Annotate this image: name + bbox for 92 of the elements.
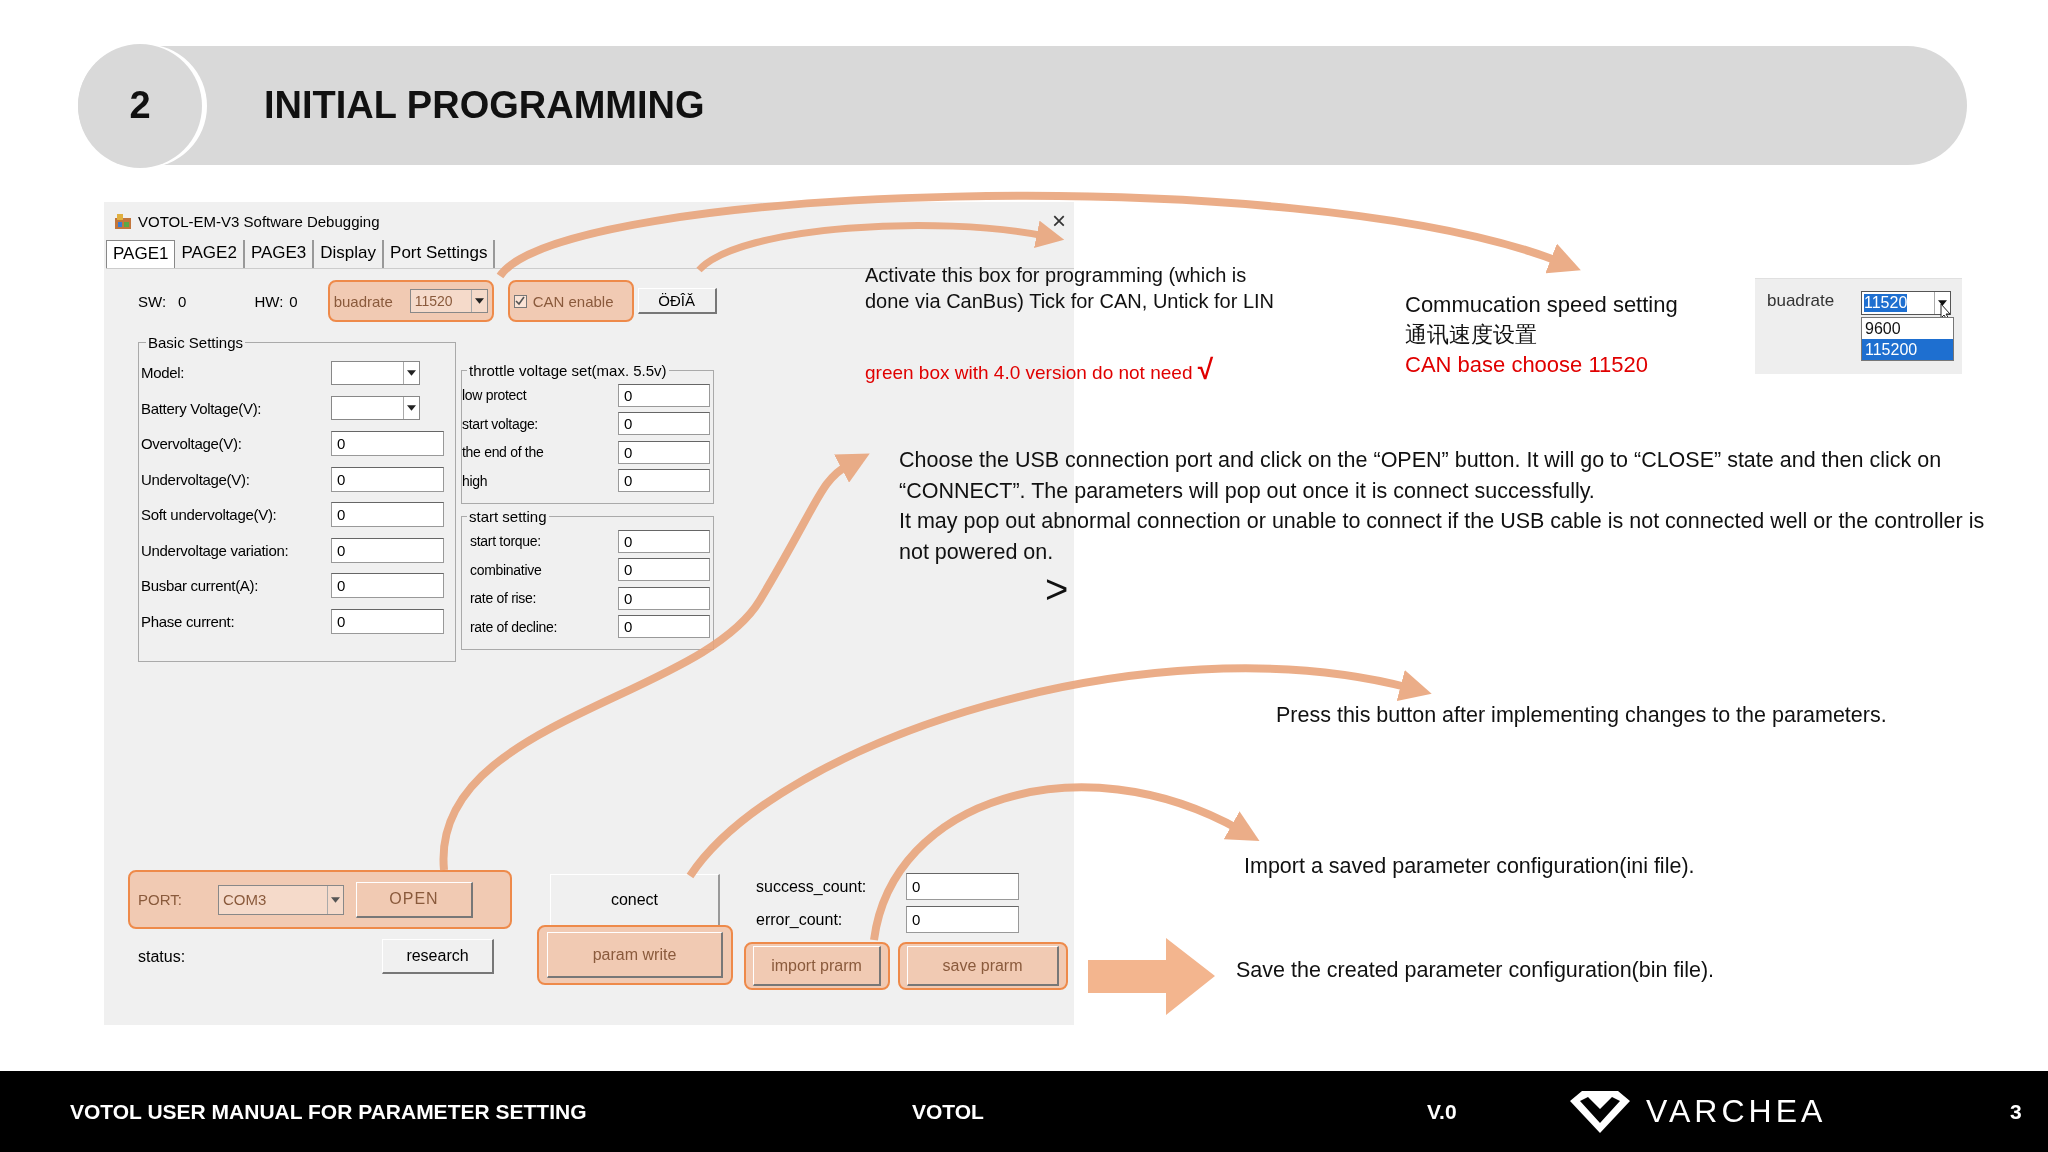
field-label: Undervoltage(V): [141,470,251,488]
warning-text: green box with 4.0 version do not need √ [865,355,1214,387]
input-field[interactable]: 0 [618,558,710,582]
annotation-text: Press this button after implementing changes to the parameters. [1276,702,1887,729]
field-label: Soft undervoltage(V): [141,506,278,524]
field-label: combinative [469,561,543,578]
input-field[interactable]: 0 [618,383,710,407]
count-label: success_count: [755,877,868,896]
sw-label: SW: [138,292,167,310]
count-field: 0 [906,906,1019,933]
input-field[interactable]: 0 [618,586,710,610]
research-button[interactable]: research [382,939,494,974]
logo-text: VARCHEA [1646,1093,1827,1130]
annotation-text: Activate this box for programming (which is done via CanBus) Tick for CAN, Untick for LIN [865,263,1276,314]
dropdown[interactable] [331,396,420,421]
field-label: Overvoltage(V): [141,435,243,453]
slide-title: INITIAL PROGRAMMING [264,84,705,127]
input-field[interactable]: 0 [331,502,444,528]
status-label: status: [138,947,187,966]
port-dropdown[interactable]: COM3 [218,884,344,915]
input-field[interactable]: 0 [618,529,710,553]
group-title: start setting [468,508,548,525]
annotation-text: Import a saved parameter configuration(ini file). [1244,853,1695,880]
field-label: Undervoltage variation: [141,541,290,559]
caret-icon [327,885,343,914]
field-label: low protect [462,387,528,404]
footer-title: VOTOL USER MANUAL FOR PARAMETER SETTING [70,1099,588,1124]
selected-value: 11520 [1864,294,1908,312]
baudrate-label: buadrate [1767,291,1835,311]
baudrate-dropdown[interactable]: 11520 [409,289,488,313]
baudrate-dropdown[interactable]: 11520 [1861,291,1951,315]
window-title: VOTOL-EM-V3 Software Debugging [138,212,380,230]
baudrate-label: buadrate [333,292,393,310]
annotation-text: Commucation speed setting [1405,291,1678,319]
count-field: 0 [906,873,1019,900]
hw-label: HW: [254,292,284,310]
param-write-button[interactable]: param write [547,932,723,978]
field-label: rate of rise: [469,590,538,607]
input-field[interactable]: 0 [618,440,710,464]
footer-brand: VOTOL [912,1099,985,1124]
file-button[interactable]: save prarm [907,946,1059,986]
list-option[interactable]: 9600 [1862,318,1953,339]
field-label: high [462,472,489,489]
tab[interactable]: Display [314,240,385,268]
tab[interactable]: PAGE2 [175,240,245,268]
input-field[interactable]: 0 [331,537,444,563]
hw-value: 0 [289,292,298,310]
port-label: PORT: [138,891,183,908]
page-number: 3 [2010,1099,2022,1124]
input-field[interactable]: 0 [618,615,710,639]
input-field[interactable]: 0 [331,573,444,599]
annotation-text: Save the created parameter configuration(bin file). [1236,957,1715,984]
annotation-text: Choose the USB connection port and click on the “OPEN” button. It will go to “CLOSE” state and then click on “CONNECT”. The parameters will pop out once it is connect successfully. [899,447,1943,505]
field-label: Phase current: [141,612,236,630]
tab[interactable]: Port Settings [384,240,496,268]
sw-value: 0 [178,292,187,310]
file-button[interactable]: import prarm [753,946,881,986]
caret-icon [470,290,487,312]
field-label: start voltage: [462,415,539,432]
input-field[interactable]: 0 [331,466,444,492]
next-mark: > [1045,566,1069,613]
group-title: throttle voltage set(max. 5.5v) [468,362,668,379]
checkbox-label: CAN enable [532,292,614,310]
language-button[interactable]: ÖĐÎĂ [637,288,717,314]
input-field[interactable]: 0 [618,469,710,493]
checkbox[interactable] [513,294,527,308]
caret-icon [403,397,419,420]
field-label: Busbar current(A): [141,577,260,595]
close-button[interactable]: × [1052,209,1066,233]
group-title: Basic Settings [147,334,245,351]
connect-button[interactable]: conect [550,874,720,927]
field-label: rate of decline: [469,618,559,635]
tab[interactable]: PAGE3 [244,240,315,268]
field-label: the end of the [462,444,545,461]
field-label: Model: [141,364,186,382]
warning-text: CAN base choose 11520 [1405,351,1649,379]
annotation-text: It may pop out abnormal connection or unable to connect if the USB cable is not connected well or the controller is not powered on. [899,508,1986,566]
dropdown[interactable] [331,360,420,385]
open-button[interactable]: OPEN [356,881,473,918]
footer-version: V.0 [1427,1099,1458,1124]
logo-icon [1568,1088,1632,1135]
input-field[interactable]: 0 [331,431,444,457]
input-field[interactable]: 0 [618,412,710,436]
count-label: error_count: [755,910,844,929]
field-label: start torque: [469,533,542,550]
app-icon [114,212,132,230]
annotation-text: 通讯速度设置 [1405,321,1538,349]
list-option[interactable]: 115200 [1862,339,1953,360]
caret-icon [403,361,419,384]
input-field[interactable]: 0 [331,608,444,634]
field-label: Battery Voltage(V): [141,399,263,417]
tab[interactable]: PAGE1 [106,240,176,268]
